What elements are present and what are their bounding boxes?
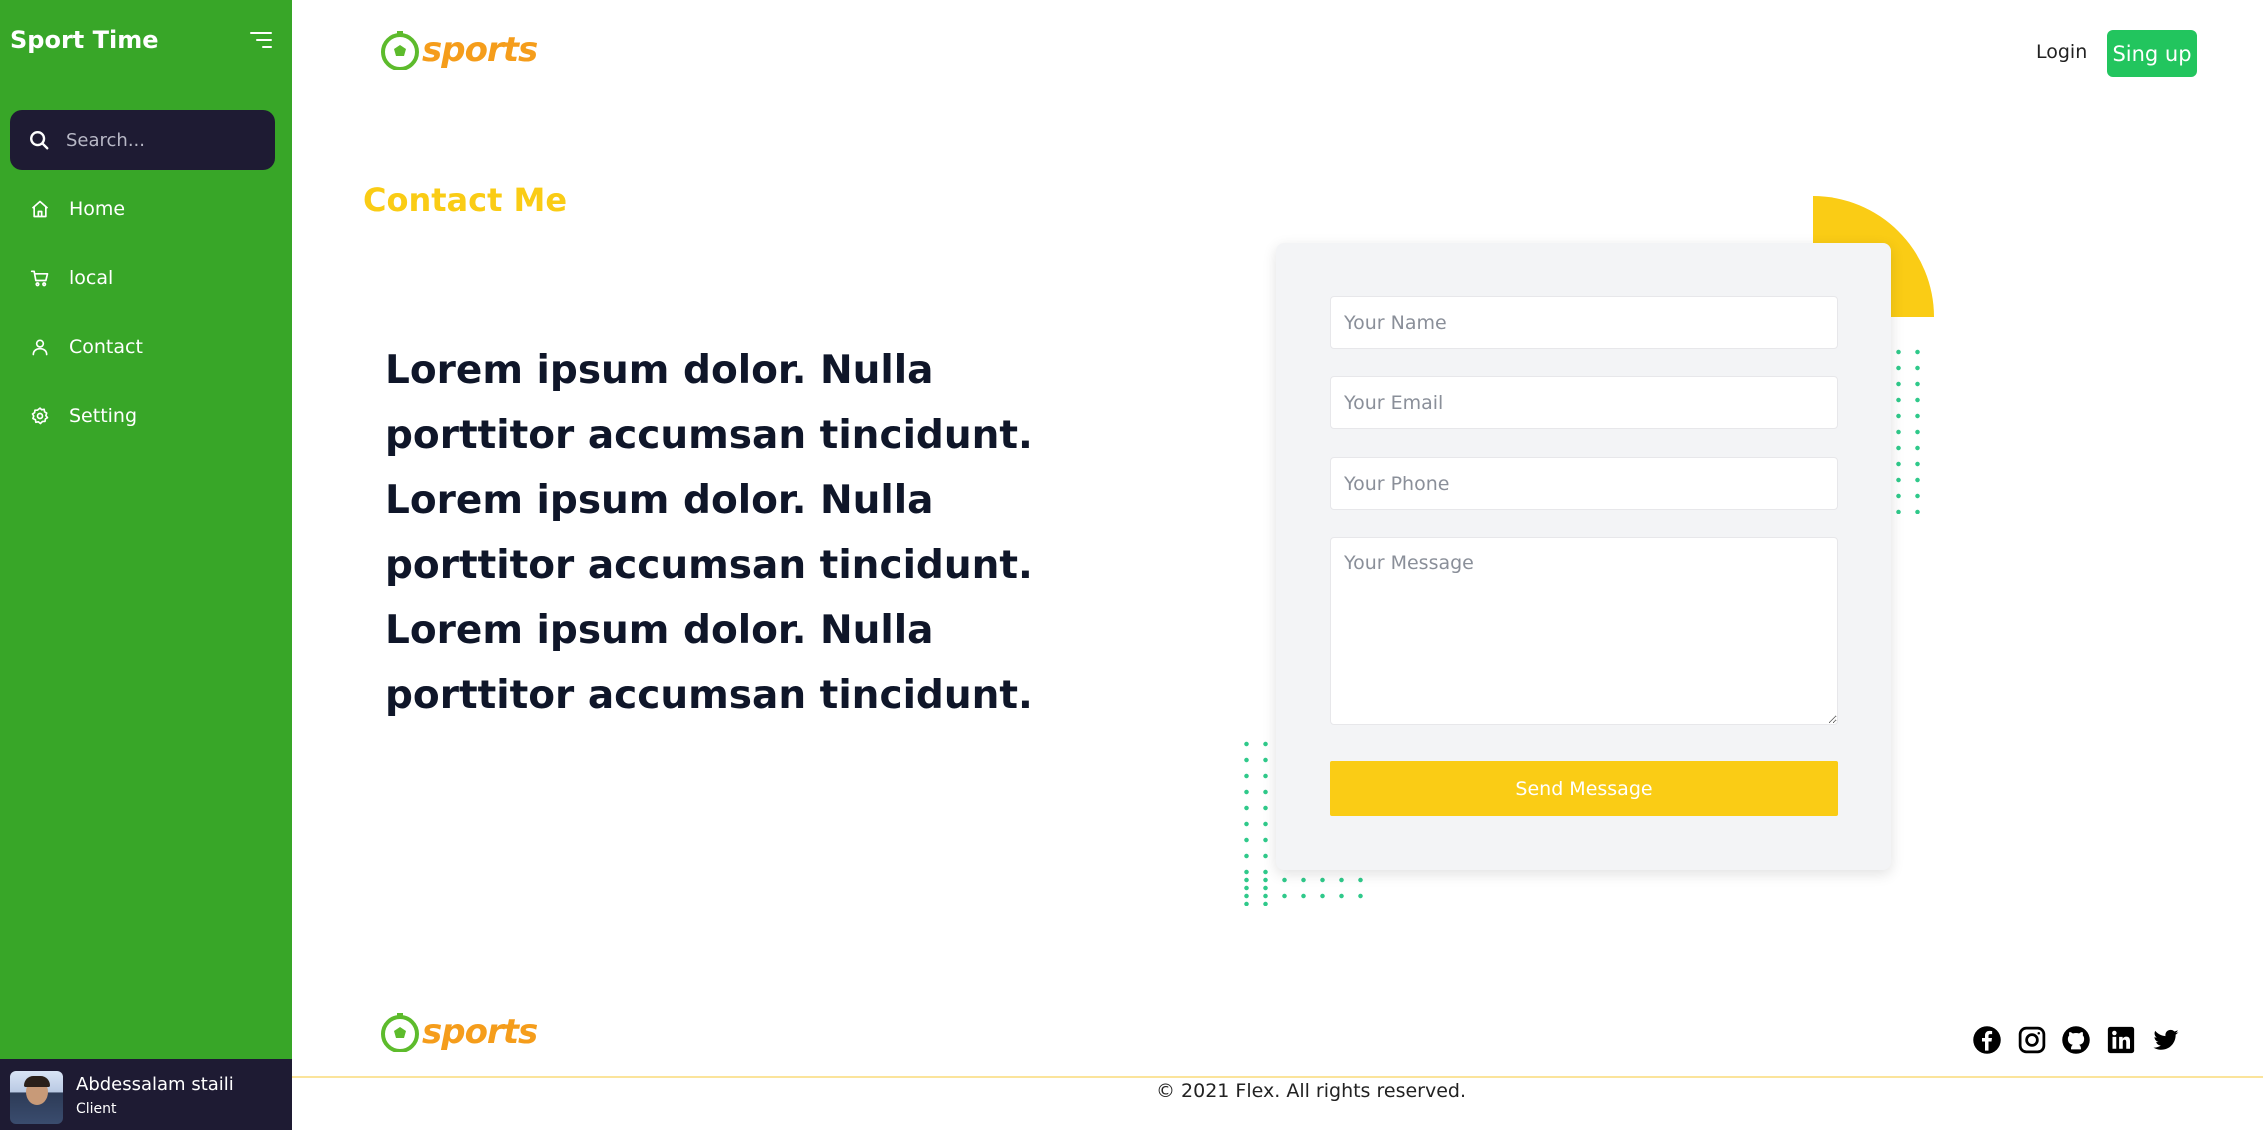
name-field[interactable] — [1330, 296, 1838, 349]
sidebar-item-local[interactable]: local — [28, 263, 113, 293]
user-icon — [28, 335, 52, 359]
sidebar-item-label: Home — [69, 198, 126, 220]
contact-form: Send Message — [1276, 243, 1891, 870]
sidebar-item-label: Contact — [69, 336, 143, 358]
copyright-text: © 2021 Flex. All rights reserved. — [1156, 1080, 1467, 1102]
github-icon[interactable] — [2061, 1025, 2091, 1055]
signup-button[interactable]: Sing up — [2107, 30, 2197, 77]
page-title: Contact Me — [363, 181, 568, 219]
email-field[interactable] — [1330, 376, 1838, 429]
decorative-dots-right — [1889, 344, 1929, 514]
sidebar: Sport Time Home local Contact Setting Ab… — [0, 0, 292, 1130]
sidebar-item-label: local — [69, 267, 114, 289]
user-role: Client — [76, 1101, 117, 1117]
gear-icon — [28, 404, 52, 428]
user-profile[interactable]: Abdessalam staili Client — [0, 1059, 292, 1130]
intro-paragraph: Lorem ipsum dolor. Nulla porttitor accum… — [385, 348, 1033, 718]
sidebar-item-label: Setting — [69, 405, 138, 427]
user-name: Abdessalam staili — [76, 1074, 234, 1095]
login-link[interactable]: Login — [2036, 41, 2087, 63]
search-input[interactable] — [66, 129, 256, 151]
menu-toggle-icon[interactable] — [250, 32, 272, 50]
avatar — [10, 1071, 63, 1124]
twitter-icon[interactable] — [2151, 1025, 2181, 1055]
home-icon — [28, 197, 52, 221]
footer-divider — [292, 1076, 2263, 1078]
sidebar-item-setting[interactable]: Setting — [28, 401, 137, 431]
cart-icon — [28, 266, 52, 290]
logo-text: sports — [422, 30, 538, 70]
logo-text: sports — [422, 1012, 538, 1052]
decorative-dots-bottom — [1237, 872, 1377, 906]
facebook-icon[interactable] — [1972, 1025, 2002, 1055]
header-logo[interactable]: sports — [380, 30, 538, 70]
message-field[interactable] — [1330, 537, 1838, 725]
phone-field[interactable] — [1330, 457, 1838, 510]
sidebar-item-contact[interactable]: Contact — [28, 332, 143, 362]
soccer-ball-icon — [381, 31, 419, 70]
footer-logo[interactable]: sports — [380, 1012, 538, 1052]
soccer-ball-icon — [381, 1013, 419, 1052]
sidebar-item-home[interactable]: Home — [28, 194, 125, 224]
instagram-icon[interactable] — [2017, 1025, 2047, 1055]
search-icon — [30, 131, 49, 150]
sidebar-brand: Sport Time — [10, 26, 159, 54]
search-box[interactable] — [10, 110, 275, 170]
send-message-button[interactable]: Send Message — [1330, 761, 1838, 816]
linkedin-icon[interactable] — [2106, 1025, 2136, 1055]
